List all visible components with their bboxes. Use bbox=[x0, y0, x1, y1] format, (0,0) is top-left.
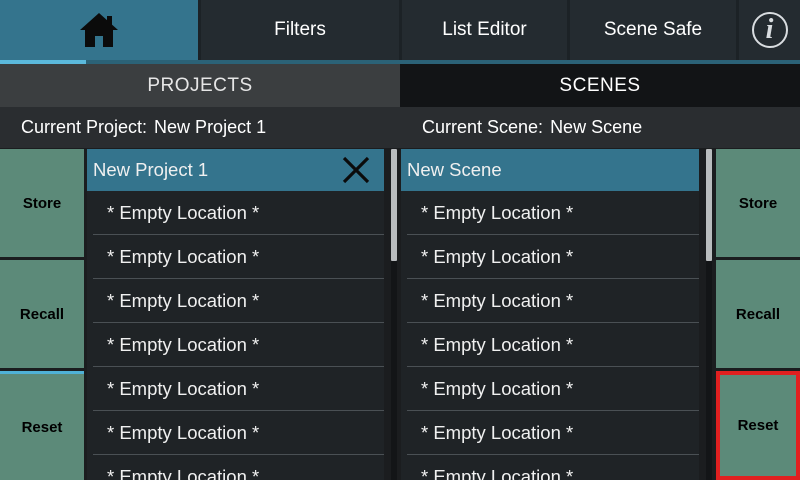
list-item-label: * Empty Location * bbox=[421, 246, 574, 267]
current-project-label: Current Project: bbox=[21, 117, 148, 137]
list-item[interactable]: * Empty Location * bbox=[87, 279, 384, 323]
scene-recall-label: Recall bbox=[735, 305, 781, 323]
info-button[interactable]: i bbox=[739, 0, 800, 60]
project-store-button[interactable]: Store bbox=[0, 149, 84, 257]
list-item[interactable]: * Empty Location * bbox=[401, 235, 699, 279]
projects-scrollbar-thumb[interactable] bbox=[391, 149, 397, 261]
list-item-label: * Empty Location * bbox=[107, 422, 260, 443]
project-list-item-selected[interactable]: New Project 1 bbox=[87, 149, 384, 191]
list-item-label: New Project 1 bbox=[93, 159, 209, 180]
scenes-scrollbar-thumb[interactable] bbox=[706, 149, 712, 261]
projects-list[interactable]: New Project 1 * Empty Location * * Empty… bbox=[87, 149, 384, 480]
list-item-label: * Empty Location * bbox=[421, 466, 574, 480]
list-item[interactable]: * Empty Location * bbox=[401, 367, 699, 411]
list-item[interactable]: * Empty Location * bbox=[87, 235, 384, 279]
list-item-label: * Empty Location * bbox=[421, 422, 574, 443]
info-glyph: i bbox=[765, 14, 774, 45]
info-icon: i bbox=[751, 12, 788, 48]
scenes-scrollbar[interactable] bbox=[706, 149, 712, 480]
tab-scene-safe-label: Scene Safe bbox=[603, 19, 703, 40]
tab-scene-safe[interactable]: Scene Safe bbox=[570, 0, 736, 60]
list-item[interactable]: * Empty Location * bbox=[401, 455, 699, 480]
list-item-label: * Empty Location * bbox=[421, 334, 574, 355]
top-tab-bar: Filters List Editor Scene Safe i bbox=[0, 0, 800, 63]
list-item-label: * Empty Location * bbox=[421, 378, 574, 399]
projects-header-label: PROJECTS bbox=[147, 74, 253, 96]
project-reset-button[interactable]: Reset bbox=[0, 371, 84, 480]
list-item[interactable]: * Empty Location * bbox=[401, 279, 699, 323]
scenes-header-label: SCENES bbox=[559, 74, 641, 96]
tab-home[interactable] bbox=[0, 0, 198, 63]
tab-list-editor[interactable]: List Editor bbox=[402, 0, 567, 60]
list-item-label: * Empty Location * bbox=[107, 378, 260, 399]
scene-store-button[interactable]: Store bbox=[716, 149, 800, 257]
scenes-list[interactable]: New Scene * Empty Location * * Empty Loc… bbox=[401, 149, 699, 480]
list-item[interactable]: * Empty Location * bbox=[401, 323, 699, 367]
list-item[interactable]: * Empty Location * bbox=[87, 191, 384, 235]
list-item-label: * Empty Location * bbox=[107, 202, 260, 223]
tab-filters[interactable]: Filters bbox=[201, 0, 399, 60]
list-item[interactable]: * Empty Location * bbox=[87, 367, 384, 411]
scene-store-label: Store bbox=[738, 194, 778, 212]
home-icon bbox=[80, 13, 118, 47]
current-scene-value: New Scene bbox=[550, 117, 643, 137]
current-project: Current Project: New Project 1 bbox=[21, 107, 266, 148]
scene-list-item-selected[interactable]: New Scene bbox=[401, 149, 699, 191]
list-item-label: * Empty Location * bbox=[107, 334, 260, 355]
projects-scrollbar[interactable] bbox=[391, 149, 397, 480]
current-scene: Current Scene: New Scene bbox=[422, 107, 642, 148]
tab-projects[interactable]: PROJECTS bbox=[0, 64, 400, 107]
current-project-value: New Project 1 bbox=[154, 117, 267, 137]
list-item-label: * Empty Location * bbox=[421, 290, 574, 311]
list-item[interactable]: * Empty Location * bbox=[87, 411, 384, 455]
current-scene-label: Current Scene: bbox=[422, 117, 544, 137]
current-status-bar: Current Project: New Project 1 Current S… bbox=[0, 107, 800, 148]
list-item-label: * Empty Location * bbox=[107, 466, 260, 480]
tab-filters-label: Filters bbox=[274, 19, 326, 40]
list-item[interactable]: * Empty Location * bbox=[401, 411, 699, 455]
scene-reset-label: Reset bbox=[737, 417, 779, 434]
list-item-label: New Scene bbox=[407, 159, 502, 180]
list-item-label: * Empty Location * bbox=[421, 202, 574, 223]
project-store-label: Store bbox=[22, 194, 62, 212]
project-reset-label: Reset bbox=[21, 418, 63, 436]
tab-scenes[interactable]: SCENES bbox=[400, 64, 800, 107]
close-icon[interactable] bbox=[341, 155, 371, 185]
list-item-label: * Empty Location * bbox=[107, 246, 260, 267]
project-recall-label: Recall bbox=[19, 305, 65, 323]
list-item-label: * Empty Location * bbox=[107, 290, 260, 311]
list-item[interactable]: * Empty Location * bbox=[401, 191, 699, 235]
project-recall-button[interactable]: Recall bbox=[0, 260, 84, 368]
scene-recall-button[interactable]: Recall bbox=[716, 260, 800, 368]
list-item[interactable]: * Empty Location * bbox=[87, 455, 384, 480]
list-item[interactable]: * Empty Location * bbox=[87, 323, 384, 367]
tab-list-editor-label: List Editor bbox=[442, 19, 527, 40]
scene-reset-button[interactable]: Reset bbox=[716, 371, 800, 480]
